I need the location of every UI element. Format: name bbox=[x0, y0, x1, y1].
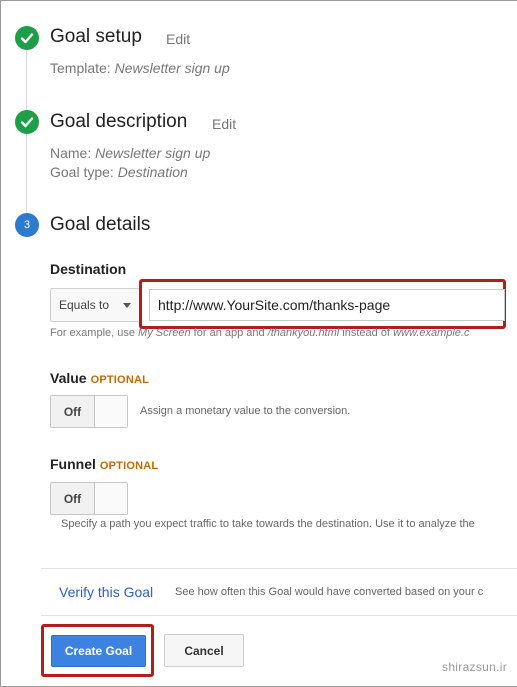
destination-url-input[interactable]: http://www.YourSite.com/thanks-page bbox=[149, 289, 505, 321]
match-type-value: Equals to bbox=[59, 298, 110, 312]
funnel-toggle[interactable]: Off bbox=[50, 482, 128, 515]
edit-goal-setup-link[interactable]: Edit bbox=[166, 31, 190, 47]
example-page: /thankyou.html bbox=[267, 327, 340, 339]
value-hint: Assign a monetary value to the conversio… bbox=[140, 405, 351, 417]
step-title-goal-description: Goal description bbox=[50, 111, 188, 132]
example-text: instead of bbox=[339, 327, 394, 339]
step-complete-icon bbox=[15, 110, 39, 134]
match-type-select[interactable]: Equals to bbox=[50, 288, 140, 322]
step-number-badge: 3 bbox=[15, 213, 39, 237]
step-title-goal-details: Goal details bbox=[50, 214, 151, 235]
goal-type-value: Destination bbox=[117, 164, 188, 180]
cancel-button[interactable]: Cancel bbox=[164, 634, 244, 667]
example-text: For example, use bbox=[50, 327, 139, 339]
value-label: Value OPTIONAL bbox=[50, 370, 149, 386]
template-label: Template: bbox=[50, 60, 111, 76]
optional-tag: OPTIONAL bbox=[99, 460, 159, 472]
divider bbox=[41, 568, 517, 569]
edit-goal-description-link[interactable]: Edit bbox=[212, 116, 236, 132]
create-goal-button[interactable]: Create Goal bbox=[51, 635, 146, 667]
checkmark-icon bbox=[20, 117, 34, 128]
toggle-state: Off bbox=[51, 396, 95, 427]
name-label: Name: bbox=[50, 145, 92, 161]
value-label-text: Value bbox=[50, 370, 87, 386]
checkmark-icon bbox=[20, 33, 34, 44]
step-complete-icon bbox=[15, 26, 39, 50]
goal-type-label: Goal type: bbox=[50, 164, 114, 180]
goal-name-meta: Name: Newsletter sign up bbox=[50, 145, 210, 161]
template-meta: Template: Newsletter sign up bbox=[50, 60, 230, 76]
toggle-knob bbox=[95, 483, 127, 514]
example-app: My Screen bbox=[138, 327, 191, 339]
toggle-state: Off bbox=[51, 483, 95, 514]
caret-down-icon bbox=[123, 303, 131, 308]
destination-example-hint: For example, use My Screen for an app an… bbox=[50, 327, 517, 339]
funnel-hint: Specify a path you expect traffic to tak… bbox=[61, 518, 475, 530]
optional-tag: OPTIONAL bbox=[90, 374, 150, 386]
divider bbox=[41, 615, 517, 616]
example-domain: www.example.c bbox=[393, 327, 470, 339]
verify-description: See how often this Goal would have conve… bbox=[175, 586, 484, 598]
verify-goal-link[interactable]: Verify this Goal bbox=[59, 584, 153, 600]
funnel-label-text: Funnel bbox=[50, 456, 96, 472]
toggle-knob bbox=[95, 396, 127, 427]
watermark: shirazsun.ir bbox=[442, 660, 507, 674]
name-value: Newsletter sign up bbox=[95, 145, 211, 161]
step-title-goal-setup: Goal setup bbox=[50, 26, 142, 47]
example-text: for an app and bbox=[190, 327, 268, 339]
destination-label: Destination bbox=[50, 261, 127, 277]
template-value: Newsletter sign up bbox=[114, 60, 230, 76]
funnel-label: Funnel OPTIONAL bbox=[50, 456, 158, 472]
goal-type-meta: Goal type: Destination bbox=[50, 164, 188, 180]
value-toggle[interactable]: Off bbox=[50, 395, 128, 428]
